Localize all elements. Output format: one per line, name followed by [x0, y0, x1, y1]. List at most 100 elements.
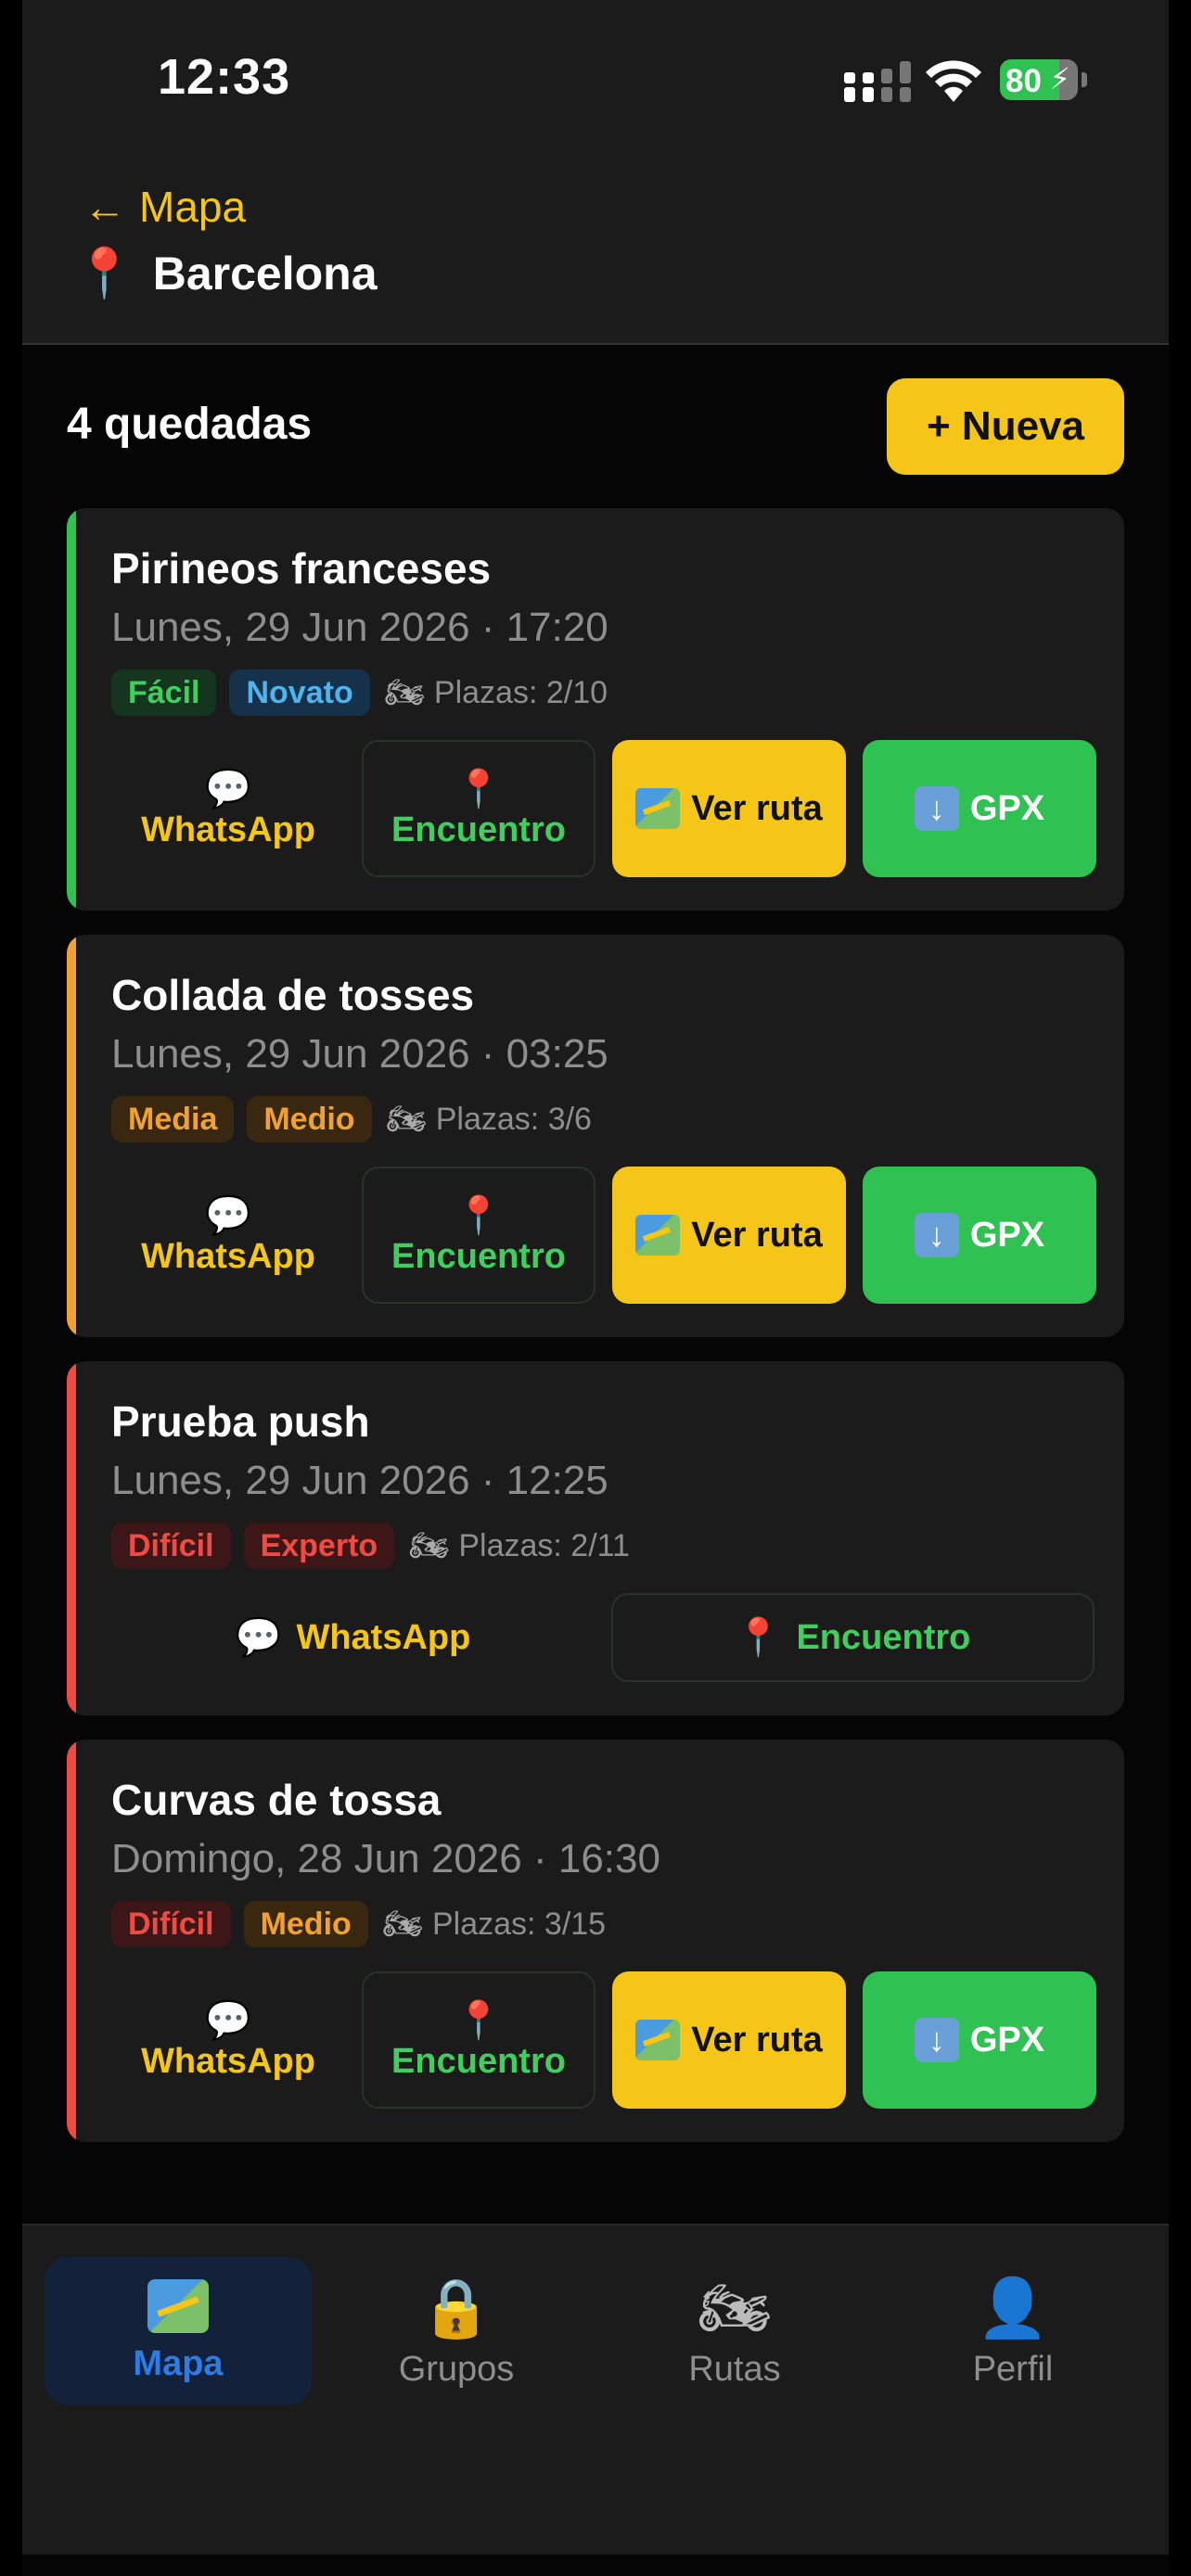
route-label: Ver ruta: [691, 2020, 823, 2060]
app-frame: 12:33 80 ⚡ ← Mapa 📍 Barcelona 4 quedadas…: [22, 0, 1169, 2576]
rides-count: 4 quedadas: [67, 400, 313, 449]
whatsapp-label: WhatsApp: [141, 2041, 315, 2081]
ride-title: Pirineos franceses: [111, 544, 492, 593]
difficulty-badge: Fácil: [111, 670, 217, 716]
ride-tags: Media Medio 🏍 Plazas: 3/6: [111, 1096, 592, 1142]
route-label: Ver ruta: [691, 788, 823, 828]
level-badge: Medio: [247, 1096, 372, 1142]
difficulty-badge: Difícil: [111, 1901, 231, 1947]
ride-tags: Fácil Novato 🏍 Plazas: 2/10: [111, 670, 608, 716]
motorcycle-icon: 🏍: [409, 1528, 450, 1563]
wifi-icon: [926, 60, 981, 102]
whatsapp-button[interactable]: 💬 WhatsApp: [111, 740, 345, 877]
ride-card[interactable]: Pirineos franceses Lunes, 29 Jun 2026 · …: [67, 508, 1124, 911]
person-icon: 👤: [977, 2276, 1049, 2340]
meeting-label: Encuentro: [391, 1236, 566, 1276]
charging-bolt-icon: ⚡: [1049, 62, 1070, 96]
ride-card[interactable]: Prueba push Lunes, 29 Jun 2026 · 12:25 D…: [67, 1361, 1124, 1715]
status-bar: 12:33 80 ⚡: [22, 0, 1169, 158]
meeting-point-button[interactable]: 📍 Encuentro: [611, 1593, 1095, 1682]
gpx-download-button[interactable]: ↓ GPX: [863, 1167, 1096, 1304]
ride-card[interactable]: Collada de tosses Lunes, 29 Jun 2026 · 0…: [67, 935, 1124, 1337]
ride-date: Lunes, 29 Jun 2026 · 12:25: [111, 1458, 608, 1503]
whatsapp-label: WhatsApp: [141, 810, 315, 849]
meeting-point-button[interactable]: 📍 Encuentro: [362, 740, 596, 877]
view-route-button[interactable]: Ver ruta: [612, 740, 846, 877]
map-pin-icon: 📍: [455, 1999, 502, 2041]
tab-rutas[interactable]: 🏍 Rutas: [601, 2257, 868, 2405]
page-header: ← Mapa 📍 Barcelona: [22, 158, 1169, 345]
whatsapp-label: WhatsApp: [141, 1236, 315, 1276]
gpx-label: GPX: [969, 788, 1045, 828]
lock-icon: 🔒: [420, 2276, 493, 2340]
difficulty-stripe: [67, 1361, 76, 1715]
motorcycle-icon: 🏍: [698, 2276, 772, 2340]
meeting-label: Encuentro: [796, 1617, 971, 1657]
speech-bubble-icon: 💬: [205, 1999, 251, 2041]
slots-text: Plazas: 2/10: [433, 674, 608, 710]
gpx-download-button[interactable]: ↓ GPX: [863, 740, 1096, 877]
meeting-point-button[interactable]: 📍 Encuentro: [362, 1971, 596, 2109]
bottom-tab-bar: Mapa 🔒 Grupos 🏍 Rutas 👤 Perfil: [22, 2224, 1169, 2555]
ride-title: Prueba push: [111, 1397, 370, 1446]
difficulty-stripe: [67, 1740, 76, 2142]
tab-mapa[interactable]: Mapa: [45, 2257, 312, 2405]
download-arrow-icon: ↓: [914, 786, 959, 831]
view-route-button[interactable]: Ver ruta: [612, 1167, 846, 1304]
tab-label: Grupos: [398, 2349, 515, 2389]
level-badge: Medio: [243, 1901, 368, 1947]
map-icon: [635, 1215, 681, 1256]
meeting-point-button[interactable]: 📍 Encuentro: [362, 1167, 596, 1304]
motorcycle-icon: 🏍: [382, 1906, 423, 1942]
tab-perfil[interactable]: 👤 Perfil: [879, 2257, 1146, 2405]
whatsapp-button[interactable]: 💬 WhatsApp: [111, 1593, 595, 1682]
view-route-button[interactable]: Ver ruta: [612, 1971, 846, 2109]
map-pin-icon: 📍: [455, 1194, 502, 1236]
battery-icon: 80 ⚡: [1000, 59, 1078, 100]
map-icon: [635, 2020, 681, 2060]
tab-grupos[interactable]: 🔒 Grupos: [323, 2257, 590, 2405]
speech-bubble-icon: 💬: [235, 1617, 282, 1658]
map-pin-icon: 📍: [735, 1617, 782, 1658]
speech-bubble-icon: 💬: [205, 768, 251, 810]
arrow-left-icon: ←: [83, 183, 126, 231]
meeting-label: Encuentro: [391, 2041, 566, 2081]
tab-label: Mapa: [133, 2343, 224, 2383]
ride-actions: 💬 WhatsApp 📍 Encuentro: [111, 1593, 1095, 1682]
tab-label: Rutas: [688, 2349, 781, 2389]
slots-text: Plazas: 3/6: [435, 1101, 592, 1137]
whatsapp-button[interactable]: 💬 WhatsApp: [111, 1971, 345, 2109]
map-pin-icon: 📍: [455, 768, 502, 810]
gpx-label: GPX: [969, 2020, 1045, 2060]
whatsapp-button[interactable]: 💬 WhatsApp: [111, 1167, 345, 1304]
ride-tags: Difícil Experto 🏍 Plazas: 2/11: [111, 1523, 630, 1569]
ride-actions: 💬 WhatsApp 📍 Encuentro Ver ruta ↓ GPX: [111, 1167, 1096, 1304]
status-time: 12:33: [158, 49, 291, 105]
back-label: Mapa: [139, 183, 247, 231]
level-badge: Novato: [229, 670, 370, 716]
meeting-label: Encuentro: [391, 810, 566, 849]
slots-info: 🏍 Plazas: 3/15: [383, 1906, 606, 1943]
tab-label: Perfil: [972, 2349, 1054, 2389]
ride-date: Lunes, 29 Jun 2026 · 17:20: [111, 605, 608, 650]
ride-title: Curvas de tossa: [111, 1776, 442, 1824]
difficulty-badge: Media: [111, 1096, 235, 1142]
city-name: Barcelona: [152, 247, 378, 300]
ride-card[interactable]: Curvas de tossa Domingo, 28 Jun 2026 · 1…: [67, 1740, 1124, 2142]
ride-date: Domingo, 28 Jun 2026 · 16:30: [111, 1836, 660, 1881]
cellular-signal-icon: [844, 61, 911, 102]
ride-actions: 💬 WhatsApp 📍 Encuentro Ver ruta ↓ GPX: [111, 740, 1096, 877]
battery-tip: [1082, 72, 1087, 87]
level-badge: Experto: [243, 1523, 395, 1569]
whatsapp-label: WhatsApp: [296, 1617, 471, 1657]
gpx-download-button[interactable]: ↓ GPX: [863, 1971, 1096, 2109]
map-icon: [147, 2278, 209, 2333]
route-label: Ver ruta: [691, 1215, 823, 1255]
gpx-label: GPX: [969, 1215, 1045, 1255]
page-title: 📍 Barcelona: [74, 245, 378, 301]
motorcycle-icon: 🏍: [386, 1102, 427, 1137]
download-arrow-icon: ↓: [914, 1213, 959, 1257]
speech-bubble-icon: 💬: [205, 1194, 251, 1236]
back-to-map-link[interactable]: ← Mapa: [83, 182, 246, 232]
new-ride-button[interactable]: + Nueva: [887, 378, 1124, 475]
